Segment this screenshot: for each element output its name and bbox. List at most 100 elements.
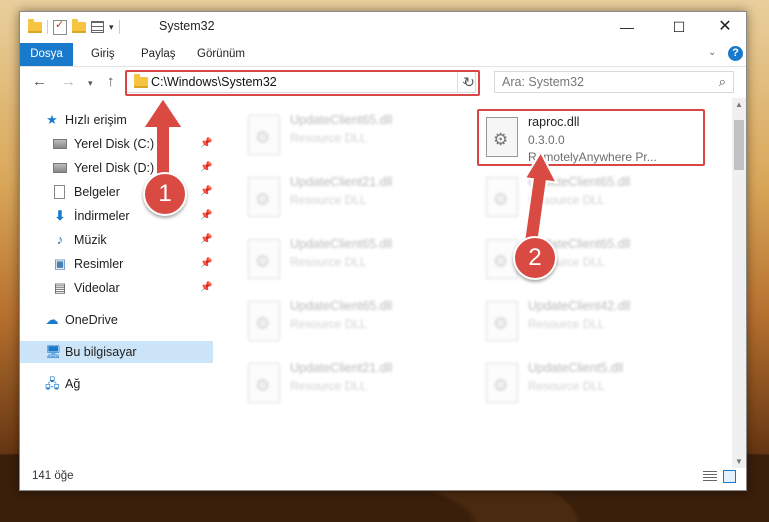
file-type: Resource DLL <box>290 131 367 145</box>
close-button[interactable]: ✕ <box>702 12 748 42</box>
videos-icon: ▤ <box>53 280 67 295</box>
sidebar-item-pictures[interactable]: ▣ Resimler 📌 <box>20 253 214 275</box>
download-icon: ⬇ <box>54 208 66 223</box>
folder-icon <box>28 18 42 33</box>
file-name: UpdateClient42.dll <box>528 299 631 313</box>
dll-file-icon <box>486 301 518 341</box>
search-placeholder: Ara: System32 <box>502 75 584 89</box>
up-button[interactable]: ↑ <box>107 73 115 90</box>
window-title: System32 <box>159 19 215 33</box>
expand-ribbon-icon[interactable]: ⌄ <box>708 47 716 58</box>
pin-icon[interactable]: 📌 <box>200 277 212 299</box>
vertical-scrollbar[interactable]: ▲ ▼ <box>732 98 746 468</box>
sidebar-item-onedrive[interactable]: ☁ OneDrive <box>20 309 214 331</box>
dll-file-icon <box>486 363 518 403</box>
navigation-bar: ← → ▾ ↑ C:\Windows\System32 ⌄ ↻ Ara: Sys… <box>20 70 746 98</box>
file-item[interactable]: UpdateClient42.dll Resource DLL <box>476 295 696 349</box>
title-bar: ▾ System32 — ☐ ✕ <box>20 12 746 42</box>
separator <box>118 20 120 34</box>
sidebar-item-this-pc[interactable]: 🖥 Bu bilgisayar <box>20 341 213 363</box>
sidebar-item-downloads[interactable]: ⬇ İndirmeler 📌 <box>20 205 214 227</box>
pin-icon[interactable]: 📌 <box>200 181 212 203</box>
tab-file[interactable]: Dosya <box>20 43 73 66</box>
sidebar-item-label: Ağ <box>65 377 81 391</box>
file-item[interactable]: UpdateClient65.dll Resource DLL <box>476 171 696 225</box>
ribbon-tabs: Dosya Giriş Paylaş Görünüm ⌄ ? <box>20 43 746 67</box>
customize-toolbar-icon[interactable]: ▾ <box>109 22 114 33</box>
file-name: UpdateClient21.dll <box>290 175 393 189</box>
details-view-icon[interactable] <box>703 471 717 482</box>
sidebar-item-label: İndirmeler <box>74 209 130 223</box>
recent-locations-icon[interactable]: ▾ <box>88 78 93 89</box>
sidebar-item-music[interactable]: ♪ Müzik 📌 <box>20 229 214 251</box>
drive-icon <box>53 163 67 177</box>
file-name: UpdateClient21.dll <box>290 361 393 375</box>
sidebar-item-label: Belgeler <box>74 185 120 199</box>
callout-badge-1: 1 <box>143 172 187 216</box>
back-button[interactable]: ← <box>32 73 47 90</box>
sidebar-item-label: Hızlı erişim <box>65 113 127 127</box>
search-box[interactable]: Ara: System32 ⌕ <box>494 71 734 93</box>
quick-access-toolbar: ▾ <box>28 18 120 36</box>
file-type: Resource DLL <box>290 255 367 269</box>
tab-share[interactable]: Paylaş <box>141 43 176 66</box>
file-item[interactable]: UpdateClient65.dll Resource DLL <box>238 109 458 163</box>
sidebar-item-label: Müzik <box>74 233 107 247</box>
file-item[interactable]: UpdateClient65.dll Resource DLL <box>238 233 458 287</box>
file-item[interactable]: UpdateClient21.dll Resource DLL <box>238 357 458 411</box>
drive-icon <box>53 139 67 153</box>
computer-icon: 🖥 <box>45 344 62 359</box>
view-icon[interactable] <box>91 21 104 33</box>
status-bar: 141 öğe <box>20 464 746 490</box>
file-explorer-window: ▾ System32 — ☐ ✕ Dosya Giriş Paylaş Görü… <box>19 11 747 491</box>
file-name: UpdateClient65.dll <box>290 237 393 251</box>
properties-icon[interactable] <box>53 18 67 35</box>
tab-home[interactable]: Giriş <box>91 43 115 66</box>
sidebar-item-network[interactable]: 🖧 Ağ <box>20 373 214 395</box>
address-highlight <box>125 70 480 96</box>
sidebar-item-videos[interactable]: ▤ Videolar 📌 <box>20 277 214 299</box>
dll-file-icon <box>248 115 280 155</box>
scroll-up-icon[interactable]: ▲ <box>735 100 743 109</box>
dll-file-icon <box>248 239 280 279</box>
help-icon[interactable]: ? <box>728 46 743 61</box>
pin-icon[interactable]: 📌 <box>200 205 212 227</box>
sidebar-item-label: Videolar <box>74 281 120 295</box>
pin-icon[interactable]: 📌 <box>200 157 212 179</box>
search-icon[interactable]: ⌕ <box>719 74 726 90</box>
pin-icon[interactable]: 📌 <box>200 229 212 251</box>
file-item[interactable]: UpdateClient21.dll Resource DLL <box>238 171 458 225</box>
file-type: Resource DLL <box>290 379 367 393</box>
dll-file-icon <box>248 301 280 341</box>
pictures-icon: ▣ <box>53 256 67 271</box>
pin-icon[interactable]: 📌 <box>200 133 212 155</box>
music-icon: ♪ <box>56 232 64 247</box>
file-type: Resource DLL <box>528 379 605 393</box>
scroll-thumb[interactable] <box>734 120 744 170</box>
new-folder-icon[interactable] <box>72 18 86 33</box>
file-name: UpdateClient65.dll <box>290 113 393 127</box>
file-type: Resource DLL <box>528 317 605 331</box>
documents-icon <box>54 185 65 199</box>
dll-file-icon <box>248 363 280 403</box>
pin-icon[interactable]: 📌 <box>200 253 212 275</box>
file-type: Resource DLL <box>290 193 367 207</box>
file-name: UpdateClient65.dll <box>290 299 393 313</box>
separator <box>47 20 48 34</box>
tab-view[interactable]: Görünüm <box>197 43 245 66</box>
forward-button[interactable]: → <box>61 73 76 90</box>
maximize-button[interactable]: ☐ <box>656 12 702 42</box>
callout-badge-2: 2 <box>513 236 557 280</box>
sidebar-item-label: Resimler <box>74 257 124 271</box>
file-item[interactable]: UpdateClient65.dll Resource DLL <box>238 295 458 349</box>
file-item[interactable]: UpdateClient5.dll Resource DLL <box>476 357 696 411</box>
sidebar-item-label: OneDrive <box>65 313 118 327</box>
item-count: 141 öğe <box>32 470 74 482</box>
star-icon: ★ <box>46 112 58 127</box>
file-item[interactable]: UpdateClient65.dll Resource DLL <box>476 233 696 287</box>
file-name: UpdateClient5.dll <box>528 361 624 375</box>
cloud-icon: ☁ <box>45 312 59 327</box>
minimize-button[interactable]: — <box>604 12 650 42</box>
large-icons-view-icon[interactable] <box>723 470 736 483</box>
file-type: Resource DLL <box>290 317 367 331</box>
